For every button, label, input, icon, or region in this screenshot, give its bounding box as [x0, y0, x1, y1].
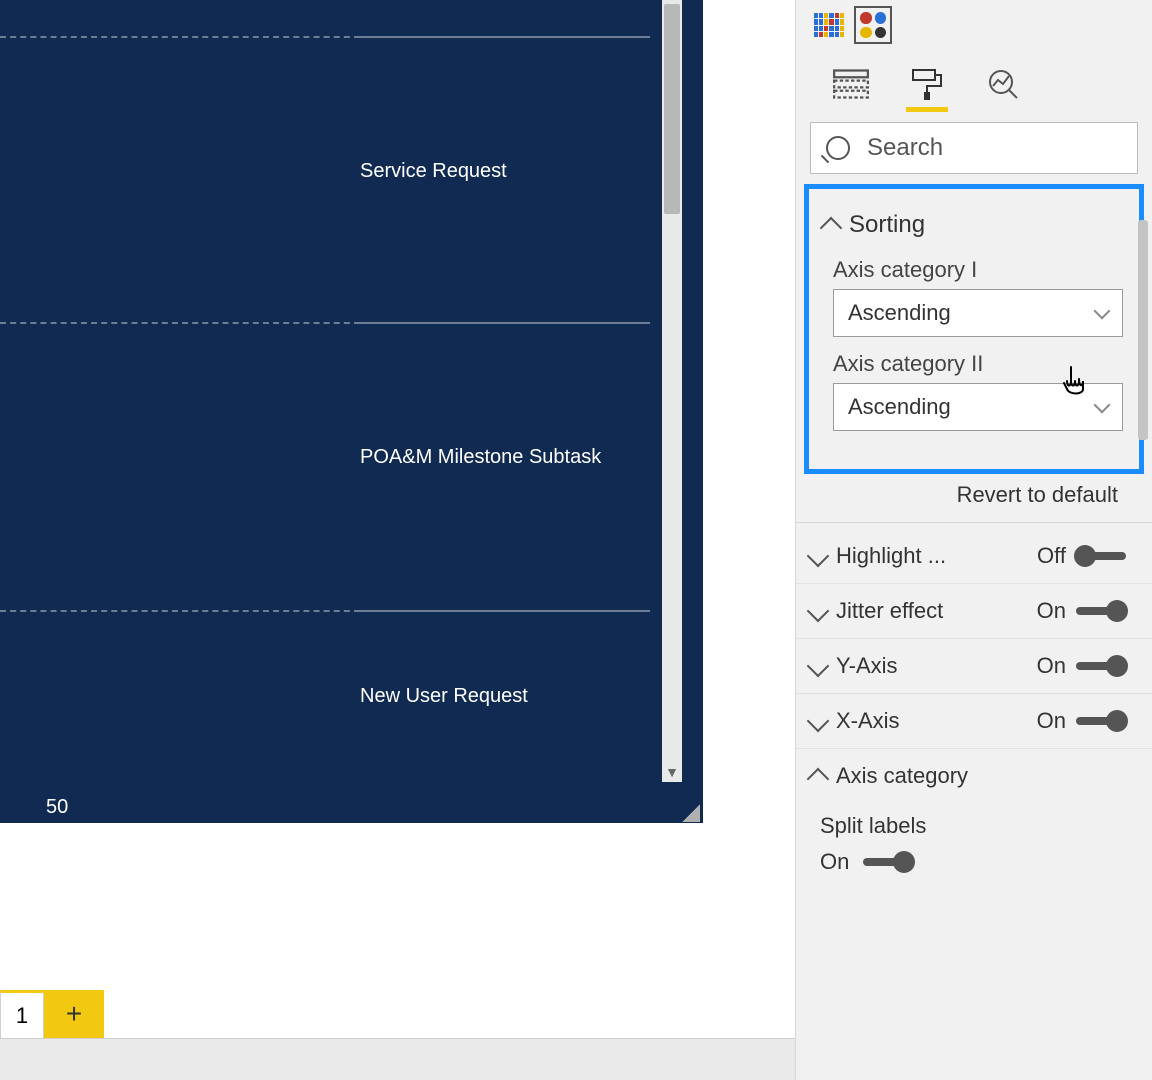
- analytics-icon: [985, 68, 1021, 100]
- visual-scroll-thumb[interactable]: [664, 4, 680, 214]
- pane-tabs: [796, 52, 1152, 110]
- axis2-value: Ascending: [848, 394, 951, 420]
- format-tab[interactable]: [900, 58, 954, 110]
- axis1-value: Ascending: [848, 300, 951, 326]
- chevron-up-icon: [820, 217, 843, 240]
- chevron-down-icon: [807, 600, 830, 623]
- page-tab-label: 1: [16, 1003, 28, 1029]
- chevron-down-icon: [807, 545, 830, 568]
- page-tab-1[interactable]: 1: [0, 990, 44, 1038]
- plus-icon: +: [66, 998, 82, 1030]
- visual-background[interactable]: Service Request POA&M Milestone Subtask …: [0, 0, 703, 823]
- row-jitter-toggle[interactable]: [1076, 607, 1126, 615]
- row-highlight-state: Off: [1037, 543, 1066, 569]
- search-icon: [826, 136, 850, 160]
- search-wrap: [810, 122, 1138, 174]
- row-xaxis-label: X-Axis: [836, 708, 900, 734]
- chevron-down-icon: [1094, 397, 1111, 414]
- report-canvas[interactable]: Service Request POA&M Milestone Subtask …: [0, 0, 795, 1080]
- row-jitter[interactable]: Jitter effect On: [796, 584, 1152, 639]
- row-label-poam: POA&M Milestone Subtask: [360, 446, 601, 469]
- row-jitter-label: Jitter effect: [836, 598, 943, 624]
- row-jitter-state: On: [1037, 598, 1066, 624]
- panel-scroll-thumb[interactable]: [1138, 220, 1148, 440]
- chevron-up-icon: [807, 768, 830, 791]
- row-axiscat-label: Axis category: [836, 763, 968, 789]
- panel-scrollbar[interactable]: [1136, 200, 1150, 1080]
- row-highlight[interactable]: Highlight ... Off: [796, 529, 1152, 584]
- search-input[interactable]: [810, 122, 1138, 174]
- paint-roller-icon: [909, 68, 945, 100]
- viz-type-matrix-icon[interactable]: [810, 6, 848, 44]
- visualizations-pane: Sorting Axis category I Ascending Axis c…: [795, 0, 1152, 1080]
- axis1-dropdown[interactable]: Ascending: [833, 289, 1123, 337]
- chevron-down-icon: [1094, 303, 1111, 320]
- viz-type-custom-icon[interactable]: [854, 6, 892, 44]
- add-page-button[interactable]: +: [44, 990, 104, 1038]
- axis2-label: Axis category II: [833, 351, 1129, 377]
- row-highlight-label: Highlight ...: [836, 543, 946, 569]
- row-yaxis-label: Y-Axis: [836, 653, 898, 679]
- analytics-tab[interactable]: [976, 58, 1030, 110]
- split-labels-label: Split labels: [796, 803, 1152, 843]
- chevron-down-icon: [807, 710, 830, 733]
- sorting-section: Sorting Axis category I Ascending Axis c…: [804, 184, 1144, 474]
- sorting-header[interactable]: Sorting: [819, 205, 1129, 253]
- visual-scroll-down-icon[interactable]: ▼: [662, 762, 682, 782]
- revert-to-default-link[interactable]: Revert to default: [796, 474, 1152, 516]
- row-yaxis-toggle[interactable]: [1076, 662, 1126, 670]
- visual-resize-handle-icon[interactable]: [682, 804, 700, 822]
- row-xaxis-toggle[interactable]: [1076, 717, 1126, 725]
- axis1-label: Axis category I: [833, 257, 1129, 283]
- page-tabs: 1 +: [0, 990, 104, 1038]
- visual-scrollbar[interactable]: ▼: [662, 0, 682, 782]
- row-label-new-user: New User Request: [360, 685, 528, 708]
- row-xaxis[interactable]: X-Axis On: [796, 694, 1152, 749]
- chevron-down-icon: [807, 655, 830, 678]
- row-axis-category[interactable]: Axis category: [796, 749, 1152, 803]
- axis2-dropdown[interactable]: Ascending: [833, 383, 1123, 431]
- viz-type-row: [796, 4, 1152, 52]
- row-yaxis-state: On: [1037, 653, 1066, 679]
- row-highlight-toggle[interactable]: [1076, 552, 1126, 560]
- sorting-title: Sorting: [849, 211, 925, 239]
- row-label-service-request: Service Request: [360, 160, 507, 183]
- x-axis-tick-50: 50: [46, 796, 68, 819]
- split-labels-toggle[interactable]: [863, 858, 913, 866]
- fields-tab[interactable]: [824, 58, 878, 110]
- status-bar: [0, 1038, 795, 1080]
- row-yaxis[interactable]: Y-Axis On: [796, 639, 1152, 694]
- row-xaxis-state: On: [1037, 708, 1066, 734]
- fields-icon: [833, 68, 869, 100]
- split-labels-state: On: [820, 849, 849, 875]
